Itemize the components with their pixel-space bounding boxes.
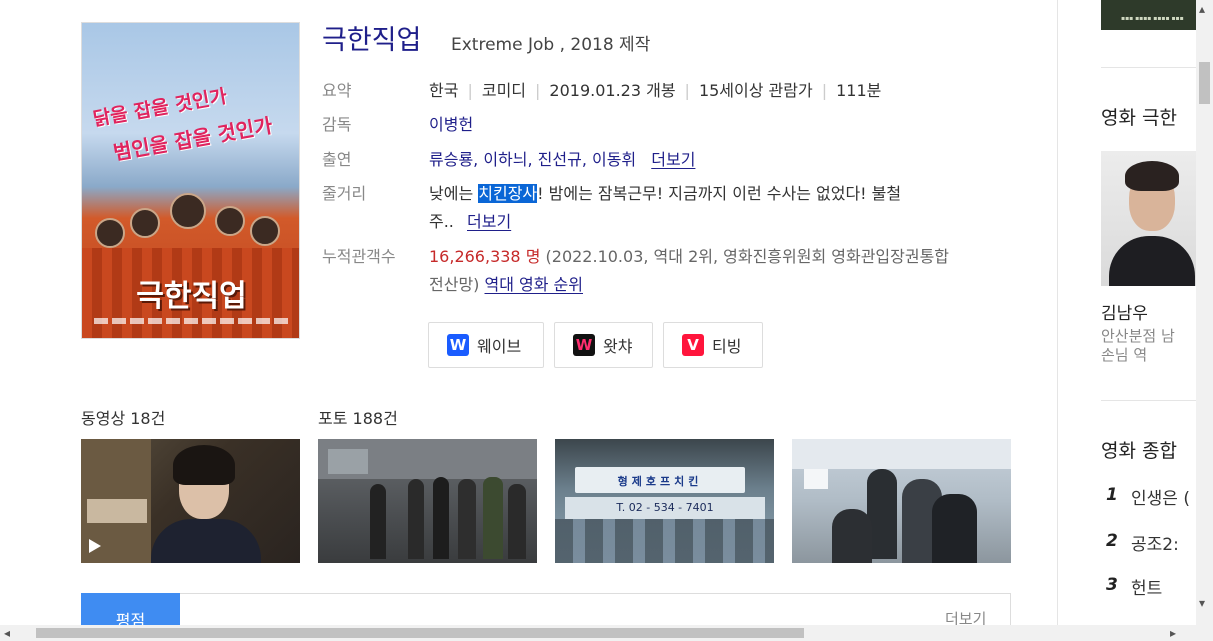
photo-thumbnail-3[interactable] bbox=[792, 439, 1011, 563]
movie-title[interactable]: 극한직업 bbox=[322, 18, 421, 57]
movie-subtitle: Extreme Job , 2018 제작 bbox=[451, 35, 651, 55]
vertical-scrollbar-thumb[interactable] bbox=[1199, 62, 1210, 104]
sidebar-divider bbox=[1101, 400, 1201, 401]
rank-number: 2 bbox=[1106, 531, 1118, 551]
rank-title[interactable]: 헌트 bbox=[1131, 574, 1162, 599]
plot-text-line2: 주.. bbox=[429, 212, 454, 231]
wavve-icon: W bbox=[447, 334, 469, 356]
summary-release: 2019.01.23 개봉 bbox=[549, 81, 676, 100]
audience-line-1: 16,266,338 명 (2022.10.03, 역대 2위, 영화진흥위원회… bbox=[429, 243, 949, 267]
audience-rank-link[interactable]: 역대 영화 순위 bbox=[485, 275, 584, 294]
column-divider bbox=[1057, 0, 1058, 625]
rank-title[interactable]: 인생은 ( bbox=[1131, 484, 1190, 509]
plot-more-link[interactable]: 더보기 bbox=[467, 212, 511, 231]
scroll-up-arrow-icon[interactable]: ▴ bbox=[1199, 2, 1205, 16]
play-icon bbox=[89, 539, 101, 553]
scroll-right-arrow-icon[interactable]: ▸ bbox=[1170, 626, 1176, 640]
summary-label: 요약 bbox=[322, 81, 352, 100]
rank-number: 3 bbox=[1106, 575, 1118, 595]
poster-title: 극한직업 bbox=[136, 279, 247, 314]
plot-text-post: ! 밤에는 잠복근무! 지금까지 이런 수사는 없었다! 불철 bbox=[537, 184, 902, 203]
ott-tving-label: 티빙 bbox=[712, 337, 742, 356]
summary-runtime: 111분 bbox=[836, 81, 882, 100]
summary-genre: 코미디 bbox=[481, 81, 527, 100]
summary-rating: 15세이상 관람가 bbox=[698, 81, 813, 100]
photo-thumbnail-1[interactable] bbox=[318, 439, 537, 563]
audience-label: 누적관객수 bbox=[322, 247, 396, 266]
director-link[interactable]: 이병헌 bbox=[429, 111, 473, 135]
cast-list[interactable]: 류승룡, 이하늬, 진선규, 이동휘 bbox=[429, 150, 636, 169]
audience-line-2: 전산망) 역대 영화 순위 bbox=[429, 271, 583, 295]
summary-country: 한국 bbox=[429, 81, 459, 100]
horizontal-scrollbar-thumb[interactable] bbox=[36, 628, 804, 638]
scroll-left-arrow-icon[interactable]: ◂ bbox=[4, 626, 10, 640]
ott-watcha-label: 왓챠 bbox=[603, 337, 633, 356]
watcha-icon: W bbox=[573, 334, 595, 356]
actor-role-line-2: 손님 역 bbox=[1101, 346, 1148, 364]
photo-thumbnail-2[interactable]: 형제호프치킨 T. 02 - 534 - 7401 bbox=[555, 439, 774, 563]
plot-label: 줄거리 bbox=[322, 184, 367, 203]
sidebar-divider bbox=[1101, 67, 1201, 68]
photo-sign: 형제호프치킨 bbox=[575, 467, 745, 493]
photo-count-label[interactable]: 포토 188건 bbox=[318, 405, 398, 429]
audience-note-2: 전산망) bbox=[429, 275, 480, 294]
actor-photo[interactable] bbox=[1101, 151, 1201, 286]
cast-more-link[interactable]: 더보기 bbox=[651, 150, 695, 169]
plot-line-1: 낮에는 치킨장사! 밤에는 잠복근무! 지금까지 이런 수사는 없었다! 불철 bbox=[429, 180, 901, 204]
ott-watcha-button[interactable]: W 왓챠 bbox=[554, 322, 653, 368]
actor-role-line-1: 안산분점 남 bbox=[1101, 327, 1175, 345]
tving-icon: V bbox=[682, 334, 704, 356]
director-label: 감독 bbox=[322, 115, 352, 134]
plot-text-pre: 낮에는 bbox=[429, 184, 479, 203]
photo-phone: T. 02 - 534 - 7401 bbox=[565, 497, 765, 519]
video-count-label[interactable]: 동영상 18건 bbox=[81, 405, 165, 429]
rank-title[interactable]: 공조2: bbox=[1131, 530, 1179, 555]
summary-values: 한국 | 코미디 | 2019.01.23 개봉 | 15세이상 관람가 | 111분 bbox=[429, 81, 882, 100]
plot-line-2: 주.. 더보기 bbox=[429, 208, 511, 232]
ott-tving-button[interactable]: V 티빙 bbox=[663, 322, 763, 368]
rank-number: 1 bbox=[1106, 485, 1118, 505]
sidebar-heading-cast: 영화 극한 bbox=[1101, 107, 1177, 129]
movie-poster[interactable]: 닭을 잡을 것인가 범인을 잡을 것인가 극한직업 bbox=[81, 22, 300, 339]
sidebar-banner[interactable]: ▪▪▪ ▪▪▪▪ ▪▪▪▪ ▪▪▪ bbox=[1101, 0, 1201, 30]
poster-credits bbox=[94, 318, 289, 324]
video-thumbnail[interactable] bbox=[81, 439, 300, 563]
plot-highlight: 치킨장사 bbox=[478, 184, 538, 203]
actor-name[interactable]: 김남우 bbox=[1101, 299, 1148, 324]
audience-count: 16,266,338 명 bbox=[429, 247, 541, 266]
scroll-down-arrow-icon[interactable]: ▾ bbox=[1199, 596, 1205, 610]
ott-wavve-button[interactable]: W 웨이브 bbox=[428, 322, 544, 368]
ott-wavve-label: 웨이브 bbox=[477, 337, 522, 356]
sidebar-heading-ranking: 영화 종합 bbox=[1101, 440, 1177, 462]
audience-note: (2022.10.03, 역대 2위, 영화진흥위원회 영화관입장권통합 bbox=[545, 247, 950, 266]
cast-values: 류승룡, 이하늬, 진선규, 이동휘 더보기 bbox=[429, 146, 695, 170]
cast-label: 출연 bbox=[322, 150, 352, 169]
